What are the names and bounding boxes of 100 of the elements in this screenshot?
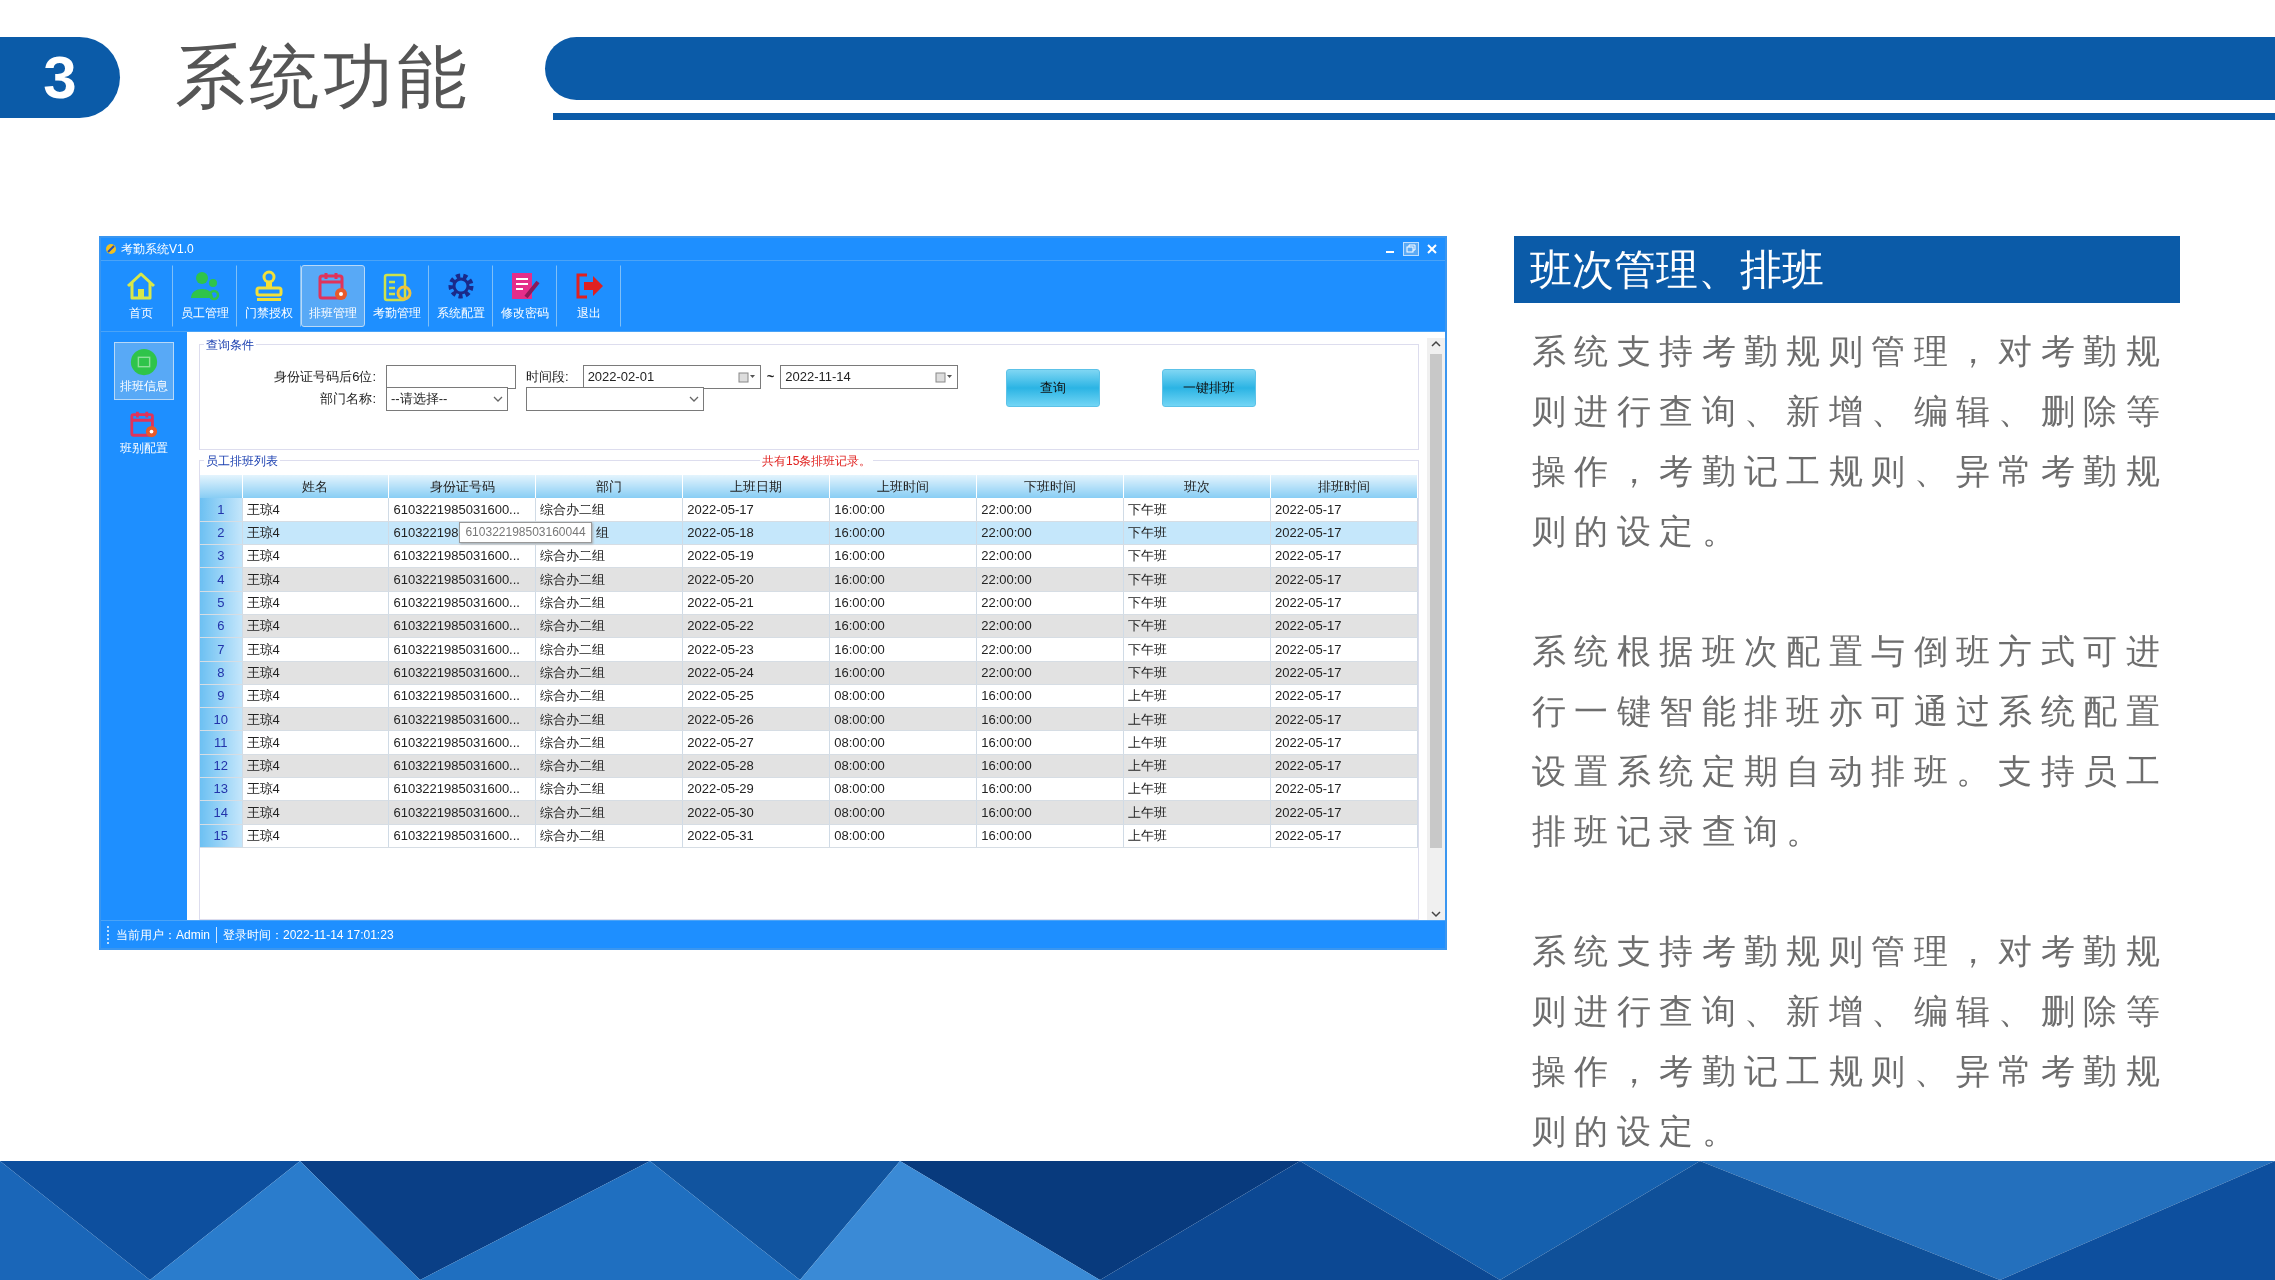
field-label: 部门名称: [319,390,377,409]
column-header[interactable]: 部门 [535,475,683,498]
current-user: 当前用户：Admin [116,926,210,944]
table-cell: 2022-05-17 [1270,591,1418,615]
table-row[interactable]: 9 王琼4 6103221985031600... 综合办二组 2022-05-25 08:00:00 16:00:00 上午班 2022-05-17 [200,684,1418,708]
table-cell: 上午班 [1123,754,1271,778]
table-cell: 综合办二组 [535,567,683,592]
table-row[interactable]: 2 王琼4 610322198 610322198503160044 组 2022-05-18 16:00:00 22:00:00 下午班 2022-05-17 [200,521,1418,545]
field-label: 时间段: [526,368,569,387]
table-cell: 6103221985031600... [388,544,536,568]
calendar-dropdown-icon[interactable] [737,371,756,383]
header-corner [200,475,242,498]
table-row[interactable]: 4 王琼4 6103221985031600... 综合办二组 2022-05-20 16:00:00 22:00:00 下午班 2022-05-17 [200,567,1418,592]
scroll-down-icon[interactable] [1430,908,1442,920]
table-cell: 22:00:00 [976,567,1124,592]
people-icon [189,270,221,302]
column-header[interactable]: 身份证号码 [388,475,536,498]
app-logo-icon [105,243,117,255]
table-cell: 王琼4 [242,661,389,685]
table-cell: 2022-05-23 [682,637,830,662]
section-number: 3 [0,37,120,118]
row-number: 4 [200,567,242,592]
table-cell: 16:00:00 [976,824,1124,848]
row-number: 7 [200,637,242,662]
table-row[interactable]: 11 王琼4 6103221985031600... 综合办二组 2022-05-27 08:00:00 16:00:00 上午班 2022-05-17 [200,730,1418,755]
table-row[interactable]: 13 王琼4 6103221985031600... 综合办二组 2022-05-29 08:00:00 16:00:00 上午班 2022-05-17 [200,777,1418,801]
column-header[interactable]: 班次 [1123,475,1271,498]
close-icon[interactable] [1425,242,1439,256]
table-cell: 6103221985031600... [388,777,536,801]
table-cell: 上午班 [1123,777,1271,801]
date-field[interactable]: 2022-11-14 [780,365,959,389]
table-row[interactable]: 7 王琼4 6103221985031600... 综合办二组 2022-05-23 16:00:00 22:00:00 下午班 2022-05-17 [200,637,1418,662]
table-cell: 综合办二组 [535,800,683,825]
action-button[interactable]: 一键排班 [1162,369,1257,407]
row-number: 11 [200,730,242,755]
table-cell: 上午班 [1123,730,1271,755]
column-header[interactable]: 下班时间 [976,475,1124,498]
calendar-icon [129,409,159,439]
table-cell: 下午班 [1123,591,1271,615]
table-cell: 王琼4 [242,707,389,731]
table-row[interactable]: 14 王琼4 6103221985031600... 综合办二组 2022-05-30 08:00:00 16:00:00 上午班 2022-05-17 [200,800,1418,825]
table-cell: 2022-05-30 [682,800,830,825]
table-row[interactable]: 12 王琼4 6103221985031600... 综合办二组 2022-05-28 08:00:00 16:00:00 上午班 2022-05-17 [200,754,1418,778]
table-row[interactable]: 6 王琼4 6103221985031600... 综合办二组 2022-05-22 16:00:00 22:00:00 下午班 2022-05-17 [200,614,1418,638]
table-cell: 王琼4 [242,637,389,662]
row-number: 10 [200,707,242,731]
column-header[interactable]: 姓名 [242,475,389,498]
table-cell: 6103221985031600... [388,684,536,708]
table-cell: 2022-05-17 [1270,544,1418,568]
table-cell: 16:00:00 [976,754,1124,778]
table-cell: 2022-05-17 [1270,824,1418,848]
table-cell: 2022-05-20 [682,567,830,592]
grip-icon [107,925,110,944]
table-cell: 王琼4 [242,521,389,545]
table-cell: 2022-05-22 [682,614,830,638]
chevron-down-icon [493,395,503,403]
table-cell: 上午班 [1123,707,1271,731]
table-cell: 16:00:00 [829,591,977,615]
restore-icon[interactable] [1403,242,1419,256]
table-cell: 22:00:00 [976,544,1124,568]
table-row[interactable]: 10 王琼4 6103221985031600... 综合办二组 2022-05-26 08:00:00 16:00:00 上午班 2022-05-17 [200,707,1418,731]
table-cell: 王琼4 [242,754,389,778]
table-cell: 综合办二组 [535,544,683,568]
table-cell: 王琼4 [242,730,389,755]
table-cell: 2022-05-17 [1270,684,1418,708]
column-header[interactable]: 排班时间 [1270,475,1418,498]
scrollbar[interactable] [1427,338,1445,920]
table-cell: 王琼4 [242,777,389,801]
table-cell: 6103221985031600... [388,661,536,685]
table-row[interactable]: 15 王琼4 6103221985031600... 综合办二组 2022-05-31 08:00:00 16:00:00 上午班 2022-05-17 [200,824,1418,848]
scroll-thumb[interactable] [1430,354,1442,848]
table-cell: 6103221985031600... [388,707,536,731]
column-header[interactable]: 上班时间 [829,475,977,498]
group-title: 查询条件 [204,336,256,354]
table-cell: 2022-05-27 [682,730,830,755]
table-cell: 16:00:00 [829,498,977,522]
input-field[interactable] [386,365,516,389]
select-field[interactable] [526,387,704,411]
row-number: 12 [200,754,242,778]
table-row[interactable]: 3 王琼4 6103221985031600... 综合办二组 2022-05-19 16:00:00 22:00:00 下午班 2022-05-17 [200,544,1418,568]
table-cell: 2022-05-17 [1270,707,1418,731]
table-row[interactable]: 8 王琼4 6103221985031600... 综合办二组 2022-05-24 16:00:00 22:00:00 下午班 2022-05-17 [200,661,1418,685]
calendar-dropdown-icon[interactable] [935,371,954,383]
table-row[interactable]: 5 王琼4 6103221985031600... 综合办二组 2022-05-21 16:00:00 22:00:00 下午班 2022-05-17 [200,591,1418,615]
row-number: 9 [200,684,242,708]
table-cell: 综合办二组 [535,777,683,801]
select-field[interactable]: --请选择-- [386,387,508,411]
table-cell: 下午班 [1123,544,1271,568]
table-cell: 22:00:00 [976,661,1124,685]
paragraph: 系统支持考勤规则管理，对考勤规则进行查询、新增、编辑、删除等操作，考勤记工规则、异常考勤规则的设定。 [1532,331,2169,552]
row-number: 3 [200,544,242,568]
table-cell: 08:00:00 [829,754,977,778]
table-row[interactable]: 1 王琼4 6103221985031600... 综合办二组 2022-05-17 16:00:00 22:00:00 下午班 2022-05-17 [200,498,1418,522]
table-cell: 08:00:00 [829,684,977,708]
column-header[interactable]: 上班日期 [682,475,830,498]
table-cell: 上午班 [1123,824,1271,848]
action-button[interactable]: 查询 [1006,369,1101,407]
date-field[interactable]: 2022-02-01 [582,365,761,389]
table-cell: 16:00:00 [829,637,977,662]
table-cell: 王琼4 [242,684,389,708]
